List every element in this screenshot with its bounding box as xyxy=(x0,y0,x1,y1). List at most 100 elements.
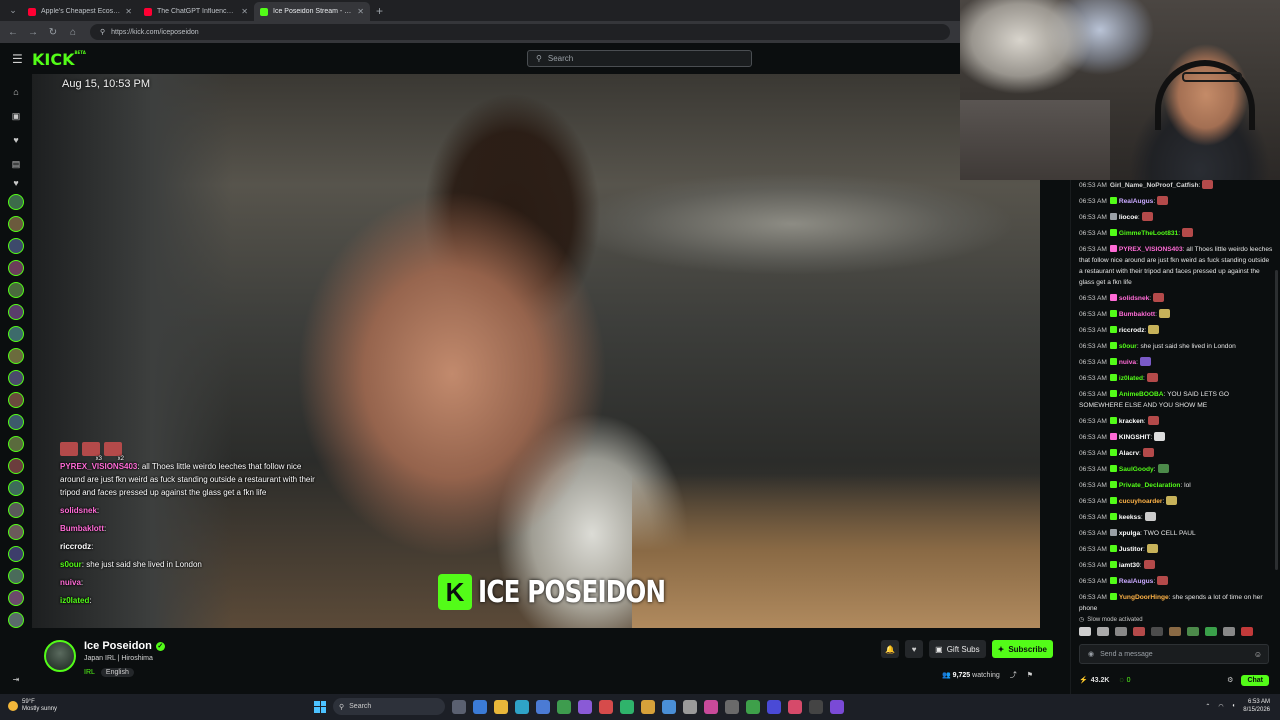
chat-username[interactable]: GimmeTheLoot831 xyxy=(1119,230,1178,237)
app-icon[interactable] xyxy=(662,699,676,714)
chat-scrollbar[interactable] xyxy=(1275,270,1278,570)
copilot-icon[interactable] xyxy=(473,699,487,714)
followed-channel-avatar[interactable] xyxy=(8,326,24,342)
new-tab-button[interactable]: + xyxy=(376,4,383,18)
chat-username[interactable]: riccrodz xyxy=(1119,327,1145,334)
home-icon[interactable]: ⌂ xyxy=(66,27,80,38)
windows-start-icon[interactable] xyxy=(314,700,326,713)
chat-message-input[interactable]: ◉ Send a message ☺ xyxy=(1079,644,1269,664)
weather-widget[interactable]: 59°F Mostly sunny xyxy=(8,699,57,713)
quick-emote[interactable] xyxy=(1187,627,1199,636)
followed-channel-avatar[interactable] xyxy=(8,590,24,606)
chat-settings-gear-icon[interactable]: ⚙ xyxy=(1227,676,1233,684)
chat-username[interactable]: SaulGoody xyxy=(1119,466,1154,473)
chat-username[interactable]: iz0lated xyxy=(1119,375,1143,382)
chat-username[interactable]: YungDoorHinge xyxy=(1119,594,1169,601)
chat-username[interactable]: solidsnek xyxy=(1119,295,1149,302)
followed-channel-avatar[interactable] xyxy=(8,546,24,562)
notification-bell-button[interactable]: 🔔 xyxy=(881,640,900,658)
followed-channel-avatar[interactable] xyxy=(8,348,24,364)
forward-icon[interactable]: → xyxy=(26,27,40,38)
chat-username[interactable]: iamt30 xyxy=(1119,562,1140,569)
chat-username[interactable]: nuiva xyxy=(1119,359,1136,366)
followed-channel-avatar[interactable] xyxy=(8,502,24,518)
site-info-icon[interactable]: ⚲ xyxy=(100,28,105,36)
streamer-avatar[interactable] xyxy=(44,640,76,672)
quick-emote[interactable] xyxy=(1133,627,1145,636)
wifi-icon[interactable]: ◠ xyxy=(1218,703,1223,710)
follow-heart-button[interactable]: ♥ xyxy=(905,640,924,658)
quick-emote[interactable] xyxy=(1205,627,1217,636)
chat-username[interactable]: AnimeBOOBA xyxy=(1119,391,1164,398)
chat-messages[interactable]: 06:53 AM Girl_Name_NoProof_Catfish: 06:53 … xyxy=(1071,180,1280,620)
chat-username[interactable]: Girl_Name_NoProof_Catfish xyxy=(1110,182,1199,189)
stream-category-link[interactable]: IRL xyxy=(84,669,95,676)
streamer-name[interactable]: Ice Poseidon xyxy=(84,640,152,652)
followed-channel-avatar[interactable] xyxy=(8,392,24,408)
green-counter[interactable]: ◌ 0 xyxy=(1119,677,1130,684)
followed-channel-avatar[interactable] xyxy=(8,436,24,452)
app-icon[interactable] xyxy=(599,699,613,714)
app-icon[interactable] xyxy=(746,699,760,714)
store-icon[interactable] xyxy=(536,699,550,714)
browser-tab[interactable]: Ice Poseidon Stream - Watch ... ✕ xyxy=(254,2,370,21)
browse-nav-icon[interactable]: ▣ xyxy=(12,104,21,128)
chat-username[interactable]: RealAugus xyxy=(1119,198,1153,205)
chat-username[interactable]: Bumbaklott xyxy=(1119,311,1155,318)
chat-username[interactable]: Justitor xyxy=(1119,546,1143,553)
chrome-icon[interactable] xyxy=(557,699,571,714)
followed-channel-avatar[interactable] xyxy=(8,282,24,298)
chat-username[interactable]: Private_Declaration xyxy=(1119,482,1181,489)
emoji-picker-icon[interactable]: ☺ xyxy=(1254,650,1262,659)
followed-channel-avatar[interactable] xyxy=(8,194,24,210)
file-explorer-icon[interactable] xyxy=(494,699,508,714)
app-icon[interactable] xyxy=(641,699,655,714)
clips-nav-icon[interactable]: ▤ xyxy=(12,152,21,176)
tab-close-icon[interactable]: ✕ xyxy=(125,7,132,16)
followed-channel-avatar[interactable] xyxy=(8,414,24,430)
taskview-icon[interactable] xyxy=(452,699,466,714)
app-icon[interactable] xyxy=(620,699,634,714)
browser-tab[interactable]: The ChatGPT Influencer Trap Just... ✕ xyxy=(138,2,254,21)
quick-emote[interactable] xyxy=(1079,627,1091,636)
chat-username[interactable]: kracken xyxy=(1119,418,1144,425)
app-icon[interactable] xyxy=(704,699,718,714)
kick-logo[interactable]: KICKBETA xyxy=(32,50,86,69)
expand-sidebar-icon[interactable]: ⇥ xyxy=(13,675,20,684)
app-icon[interactable] xyxy=(578,699,592,714)
home-nav-icon[interactable]: ⌂ xyxy=(13,80,18,104)
followed-channel-avatar[interactable] xyxy=(8,612,24,628)
chat-username[interactable]: PYREX_VISIONS403 xyxy=(1119,246,1183,253)
reload-icon[interactable]: ↻ xyxy=(46,27,60,38)
followed-channel-avatar[interactable] xyxy=(8,370,24,386)
followed-channel-avatar[interactable] xyxy=(8,238,24,254)
quick-emote[interactable] xyxy=(1097,627,1109,636)
quick-emote[interactable] xyxy=(1223,627,1235,636)
followed-channel-avatar[interactable] xyxy=(8,216,24,232)
app-icon[interactable] xyxy=(725,699,739,714)
app-icon[interactable] xyxy=(683,699,697,714)
search-input[interactable]: ⚲ Search xyxy=(527,50,752,67)
gift-subs-button[interactable]: ▣ Gift Subs xyxy=(929,640,986,658)
quick-emote[interactable] xyxy=(1115,627,1127,636)
followed-channel-avatar[interactable] xyxy=(8,304,24,320)
following-nav-icon[interactable]: ♥ xyxy=(13,128,18,152)
chat-username[interactable]: Alacrv xyxy=(1119,450,1139,457)
chat-username[interactable]: KINGSHIT xyxy=(1119,434,1151,441)
chat-username[interactable]: cucuyhoarder xyxy=(1119,498,1163,505)
chat-send-button[interactable]: Chat xyxy=(1241,674,1269,686)
followed-channel-avatar[interactable] xyxy=(8,568,24,584)
subscribe-button[interactable]: ✦ Subscribe xyxy=(991,640,1053,658)
volume-icon[interactable]: ◖ xyxy=(1232,703,1236,709)
report-flag-icon[interactable]: ⚑ xyxy=(1027,671,1033,679)
back-icon[interactable]: ← xyxy=(6,27,20,38)
browser-tab[interactable]: Apple's Cheapest Ecosystem Endi... ✕ xyxy=(22,2,138,21)
followed-channel-avatar[interactable] xyxy=(8,480,24,496)
streamer-name-row[interactable]: Ice Poseidon ✓ xyxy=(84,640,165,652)
share-icon[interactable]: ⤴ xyxy=(1010,670,1017,680)
tray-chevron-icon[interactable]: ⌃ xyxy=(1205,703,1210,710)
taskbar-search[interactable]: ⚲ Search xyxy=(333,698,445,715)
quick-emote[interactable] xyxy=(1169,627,1181,636)
tab-close-icon[interactable]: ✕ xyxy=(357,7,364,16)
taskbar-clock[interactable]: 6:53 AM 8/15/2026 xyxy=(1243,698,1270,714)
